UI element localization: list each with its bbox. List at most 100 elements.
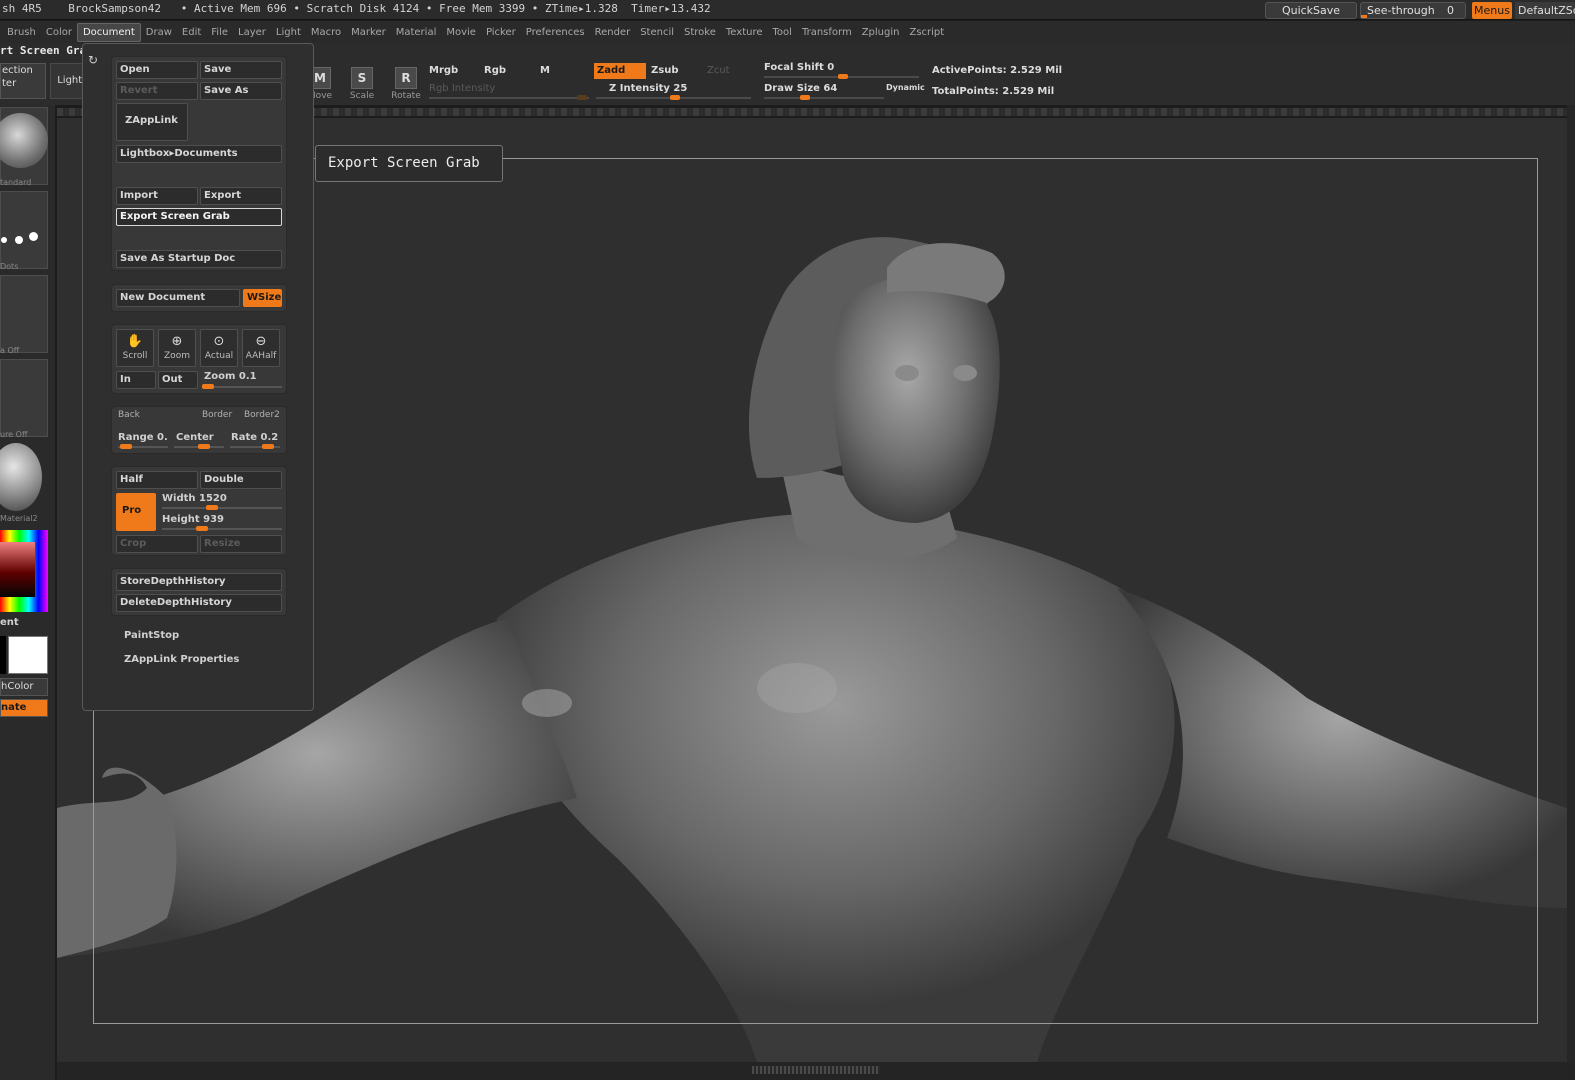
scale-button[interactable]: S Scale [342, 65, 382, 109]
draw-size-slider[interactable]: Draw Size 64 [764, 83, 837, 94]
new-document-button[interactable]: New Document [116, 289, 240, 307]
alternate-button[interactable]: nate [0, 699, 48, 717]
rotate-button[interactable]: R Rotate [386, 65, 426, 109]
zoom-slider[interactable]: Zoom 0.1 [204, 371, 257, 382]
double-button[interactable]: Double [200, 471, 282, 489]
zoom-slider-track [202, 384, 282, 389]
resize-button[interactable]: Resize [200, 535, 282, 553]
menus-toggle-button[interactable]: Menus [1472, 2, 1512, 19]
zadd-button[interactable]: Zadd [594, 63, 646, 79]
export-screen-grab-button[interactable]: Export Screen Grab [116, 208, 282, 226]
menu-stroke[interactable]: Stroke [679, 24, 721, 41]
export-button[interactable]: Export [200, 187, 282, 205]
menu-zplugin[interactable]: Zplugin [857, 24, 905, 41]
m-button[interactable]: M [540, 65, 550, 76]
see-through-slider[interactable]: See-through 0 [1360, 2, 1466, 19]
stroke-thumbnail[interactable] [0, 191, 48, 269]
refresh-icon[interactable]: ↻ [88, 53, 98, 67]
crop-button[interactable]: Crop [116, 535, 198, 553]
zoom-button[interactable]: ⊕ Zoom [158, 329, 196, 367]
mrgb-button[interactable]: Mrgb [429, 65, 458, 76]
width-slider[interactable]: Width 1520 [162, 493, 227, 504]
range-slider[interactable]: Range 0. [118, 432, 168, 443]
status-text: sh 4R5 BrockSampson42 • Active Mem 696 •… [2, 2, 711, 15]
tooltip: Export Screen Grab [315, 145, 503, 182]
menu-zscript[interactable]: Zscript [904, 24, 949, 41]
rate-slider[interactable]: Rate 0.2 [231, 432, 278, 443]
menu-stencil[interactable]: Stencil [635, 24, 679, 41]
dynamic-toggle[interactable]: Dynamic [886, 83, 925, 92]
zoom-in-button[interactable]: In [116, 371, 156, 389]
half-button[interactable]: Half [116, 471, 198, 489]
menu-picker[interactable]: Picker [481, 24, 521, 41]
menu-movie[interactable]: Movie [441, 24, 481, 41]
menu-macro[interactable]: Macro [306, 24, 346, 41]
menu-transform[interactable]: Transform [797, 24, 857, 41]
dot-icon [29, 232, 38, 241]
color-picker[interactable] [0, 530, 48, 612]
wsize-button[interactable]: WSize [243, 289, 282, 307]
menu-marker[interactable]: Marker [346, 24, 391, 41]
menu-document[interactable]: Document [76, 22, 141, 42]
zapplink-properties-item[interactable]: ZAppLink Properties [124, 654, 239, 665]
menu-edit[interactable]: Edit [177, 24, 206, 41]
main-color-swatch[interactable] [8, 636, 48, 674]
menu-color[interactable]: Color [41, 24, 77, 41]
menu-texture[interactable]: Texture [721, 24, 768, 41]
delete-depth-history-button[interactable]: DeleteDepthHistory [116, 594, 282, 612]
rgb-button[interactable]: Rgb [484, 65, 506, 76]
store-depth-history-button[interactable]: StoreDepthHistory [116, 573, 282, 591]
size-group: Half Double Pro Width 1520 Height 939 Cr… [111, 466, 287, 556]
menu-light[interactable]: Light [271, 24, 306, 41]
zapplink-button[interactable]: ZAppLink [116, 103, 188, 141]
width-slider-knob [206, 505, 218, 510]
menu-tool[interactable]: Tool [768, 24, 797, 41]
center-slider[interactable]: Center [176, 432, 214, 443]
rgb-intensity-slider[interactable]: Rgb Intensity [429, 83, 495, 94]
rgb-intensity-track [429, 95, 589, 100]
z-intensity-slider[interactable]: Z Intensity 25 [609, 83, 687, 94]
back-button[interactable]: Back [118, 410, 140, 420]
zsub-button[interactable]: Zsub [651, 65, 678, 76]
zoom-out-button[interactable]: Out [158, 371, 198, 389]
open-button[interactable]: Open [116, 61, 198, 79]
default-zscript-button[interactable]: DefaultZScript [1515, 2, 1575, 19]
projection-master-button[interactable]: ection ter [0, 63, 46, 99]
menu-draw[interactable]: Draw [141, 24, 177, 41]
focal-shift-slider[interactable]: Focal Shift 0 [764, 62, 834, 73]
magnifier-icon: ⊙ [213, 334, 225, 349]
lightbox-documents-button[interactable]: Lightbox▸Documents [116, 145, 282, 163]
pro-button[interactable]: Pro [116, 493, 156, 531]
save-button[interactable]: Save [200, 61, 282, 79]
menu-render[interactable]: Render [590, 24, 636, 41]
save-as-button[interactable]: Save As [200, 82, 282, 100]
border2-button[interactable]: Border2 [244, 410, 280, 420]
scroll-button[interactable]: ✋ Scroll [116, 329, 154, 367]
secondary-color-swatch[interactable] [0, 636, 6, 674]
color-picker-field[interactable] [0, 542, 35, 597]
paintstop-item[interactable]: PaintStop [124, 630, 179, 641]
menu-file[interactable]: File [206, 24, 233, 41]
save-as-startup-doc-button[interactable]: Save As Startup Doc [116, 250, 282, 268]
menu-brush[interactable]: Brush [2, 24, 41, 41]
zoom-label: Zoom [164, 351, 190, 361]
texture-thumbnail[interactable] [0, 359, 48, 437]
border-button[interactable]: Border [202, 410, 232, 420]
quicksave-button[interactable]: QuickSave [1265, 2, 1357, 19]
actual-button[interactable]: ⊙ Actual [200, 329, 238, 367]
bottom-tray-handle[interactable] [752, 1066, 880, 1074]
import-button[interactable]: Import [116, 187, 198, 205]
aahalf-button[interactable]: ⊖ AAHalf [242, 329, 280, 367]
zcut-button[interactable]: Zcut [707, 65, 730, 76]
height-slider[interactable]: Height 939 [162, 514, 224, 525]
menu-material[interactable]: Material [391, 24, 442, 41]
alpha-thumbnail[interactable] [0, 275, 48, 353]
revert-button[interactable]: Revert [116, 82, 198, 100]
switch-color-button[interactable]: hColor [0, 678, 48, 696]
menu-layer[interactable]: Layer [233, 24, 271, 41]
brush-thumbnail[interactable] [0, 107, 48, 185]
material-thumbnail[interactable] [0, 443, 48, 521]
z-intensity-knob [670, 95, 680, 100]
right-tray [1567, 105, 1575, 1080]
menu-preferences[interactable]: Preferences [521, 24, 590, 41]
